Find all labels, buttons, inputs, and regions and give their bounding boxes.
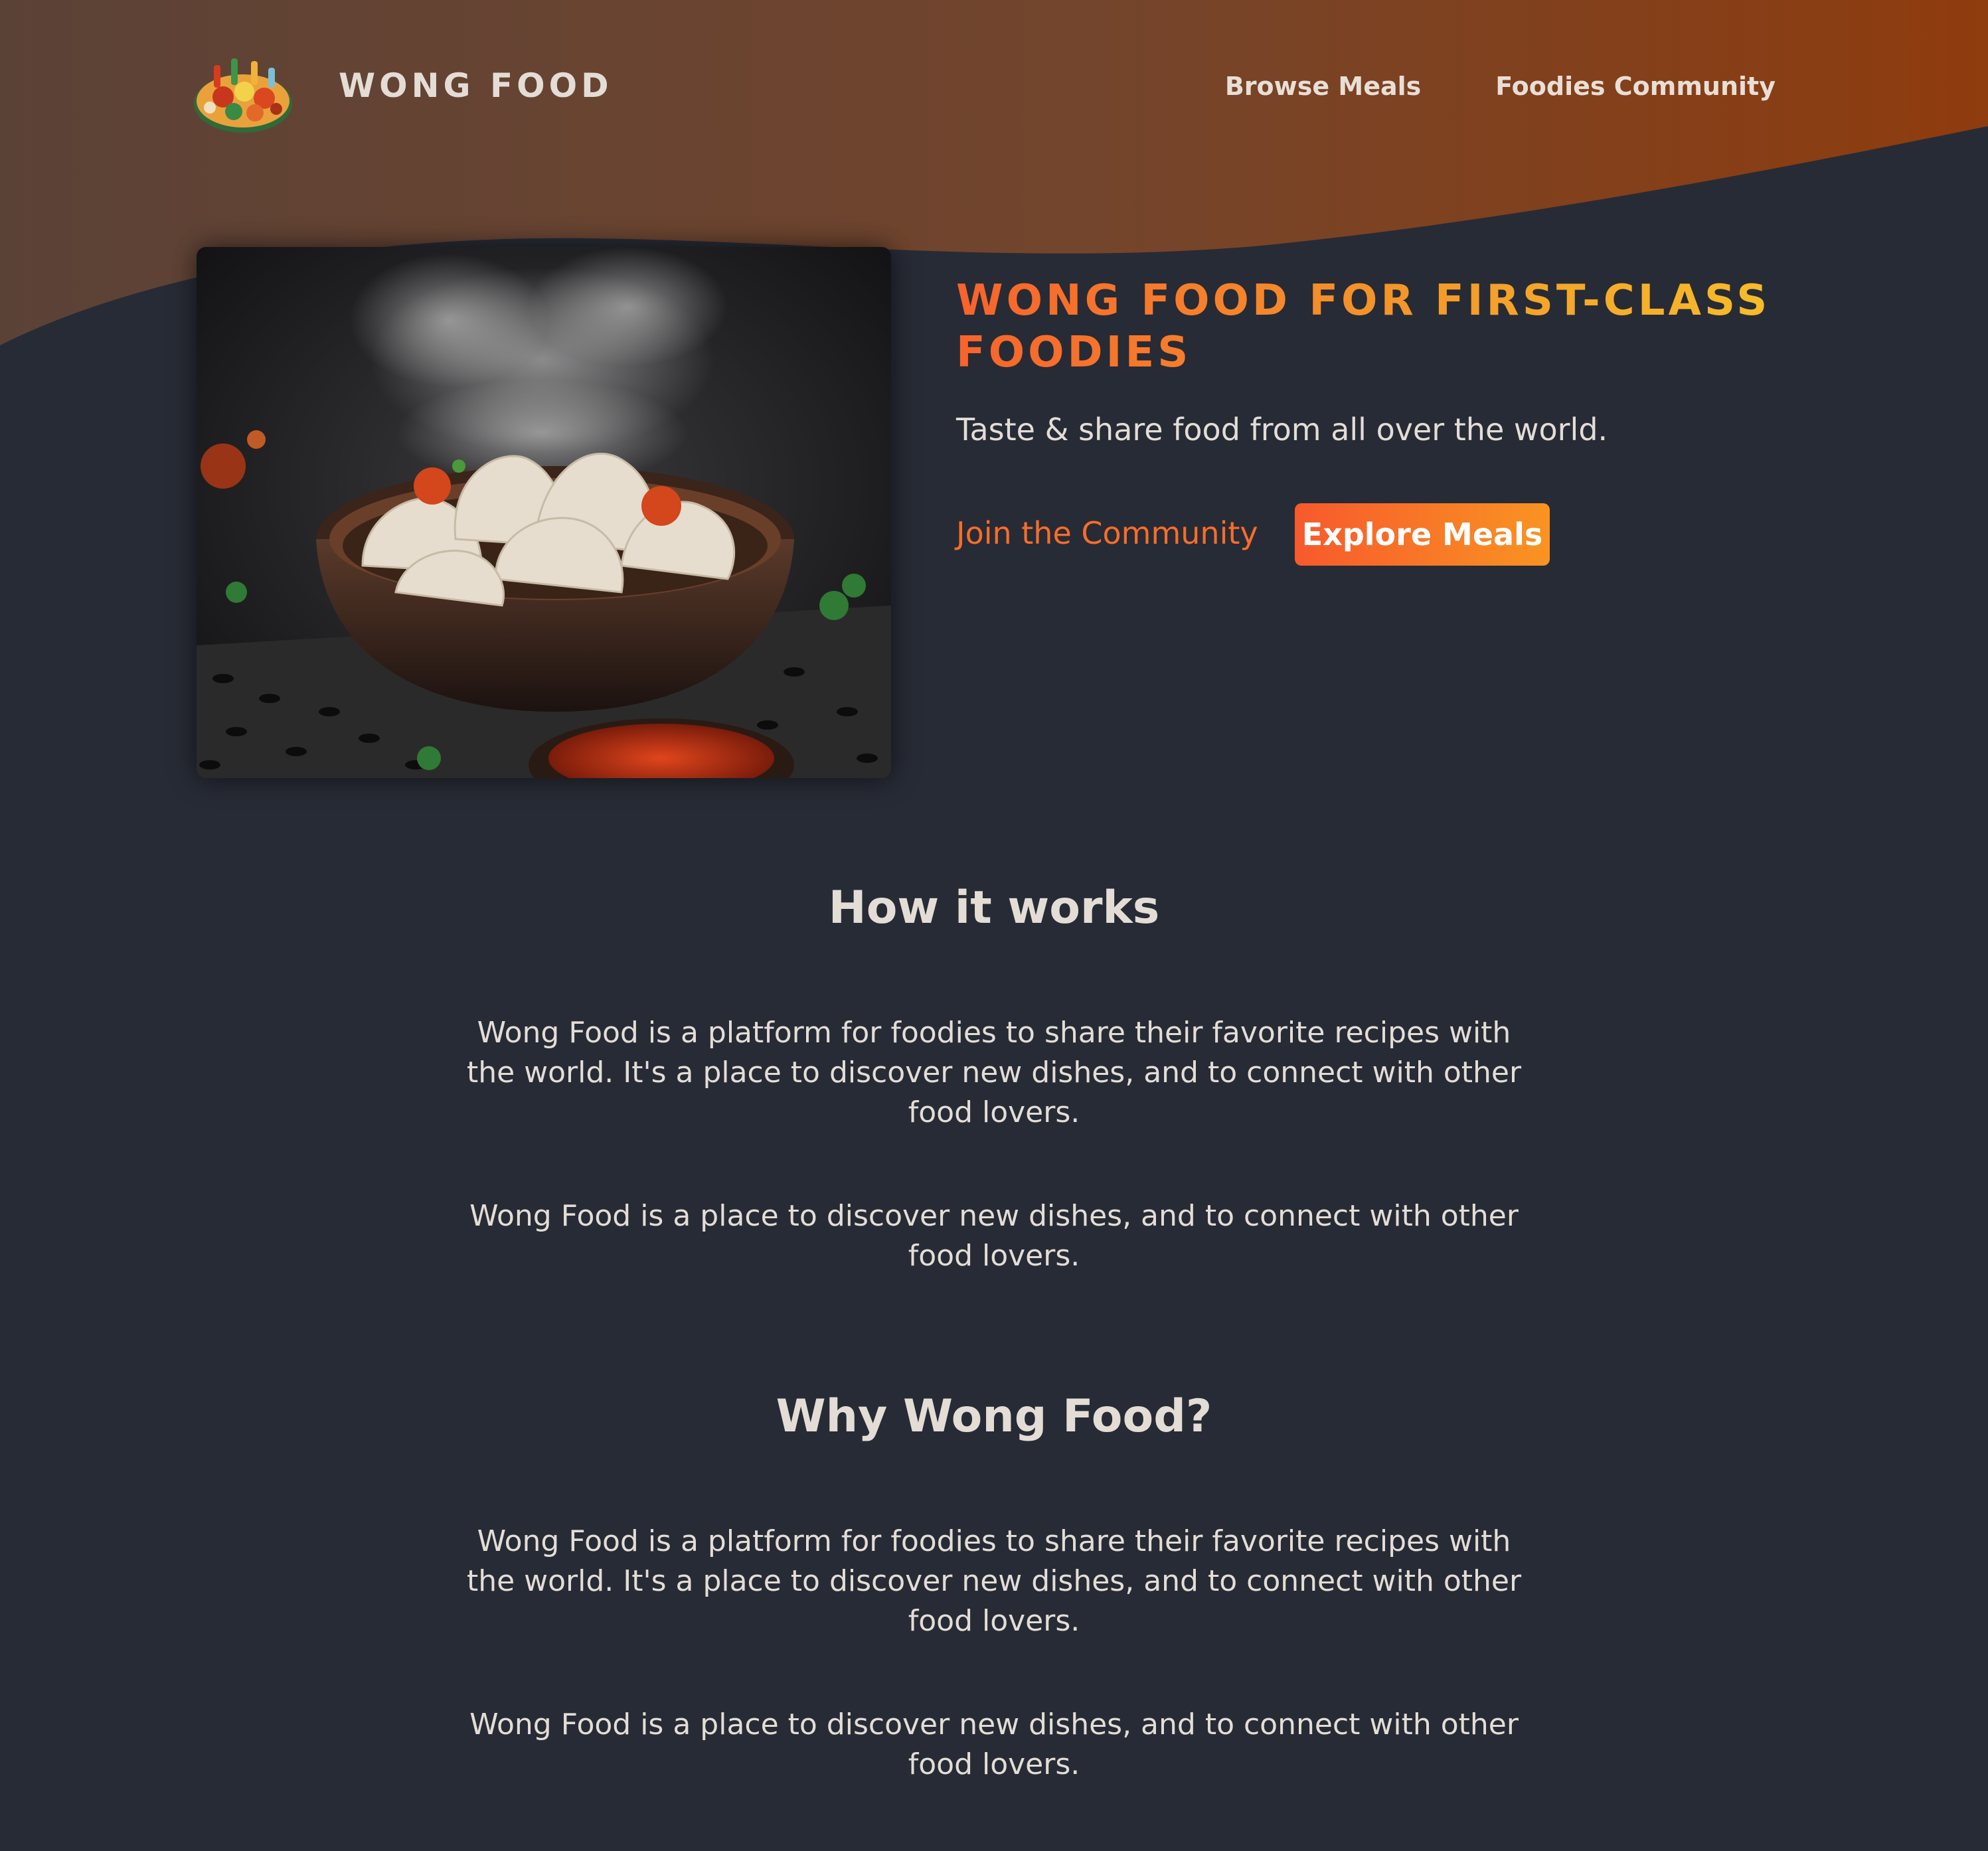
hero-subtitle: Taste & share food from all over the wor… [956, 412, 1608, 447]
why-wong-food-title: Why Wong Food? [776, 1390, 1212, 1443]
page: WONG FOOD Browse Meals Foodies Community [0, 0, 1988, 1851]
hero-image [197, 247, 891, 778]
nav-foodies-community[interactable]: Foodies Community [1495, 72, 1776, 101]
explore-meals-button[interactable]: Explore Meals [1295, 503, 1550, 566]
food-platter-icon [194, 58, 292, 133]
how-it-works-paragraph: Wong Food is a place to discover new dis… [469, 1199, 1519, 1273]
join-community-link[interactable]: Join the Community [956, 515, 1258, 551]
site-header: WONG FOOD Browse Meals Foodies Community [0, 0, 1988, 179]
steaming-dumplings-photo [197, 247, 891, 778]
brand-name: WONG FOOD [339, 66, 613, 105]
main-nav: Browse Meals Foodies Community [1225, 72, 1776, 101]
why-wong-food-paragraph: Wong Food is a place to discover new dis… [469, 1708, 1519, 1781]
hero-title: WONG FOOD FOR FIRST-CLASS FOODIES [956, 275, 1819, 378]
how-it-works-title: How it works [828, 882, 1160, 934]
logo-link[interactable] [190, 39, 296, 138]
how-it-works-paragraph: Wong Food is a platform for foodies to s… [466, 1016, 1522, 1129]
why-wong-food-paragraph: Wong Food is a platform for foodies to s… [466, 1524, 1522, 1638]
nav-browse-meals[interactable]: Browse Meals [1225, 72, 1421, 101]
